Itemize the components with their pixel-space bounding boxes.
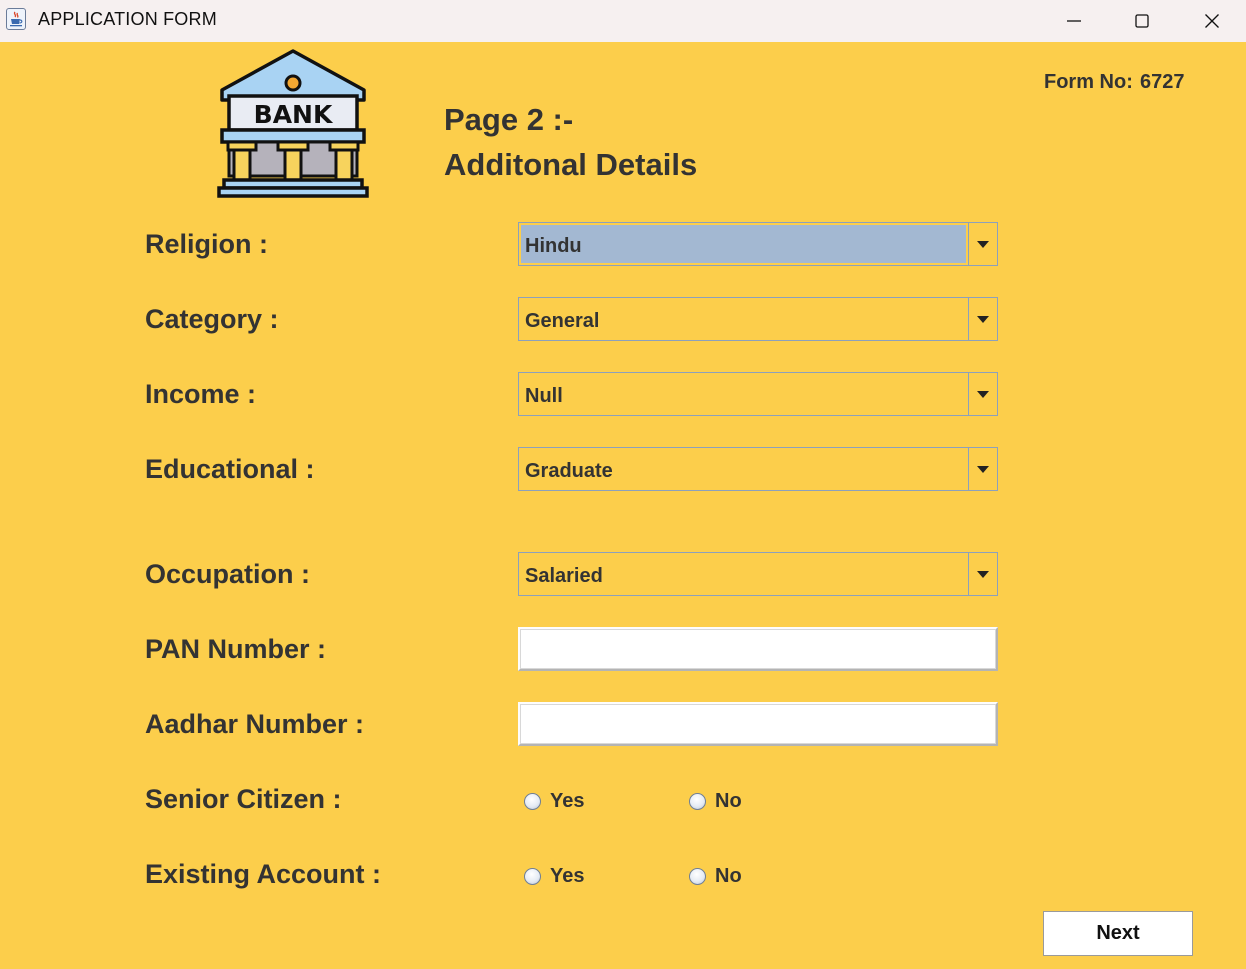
existing-account-no-option[interactable]: No xyxy=(689,865,742,888)
occupation-dropdown-arrow[interactable] xyxy=(968,553,997,595)
existing-account-no-radio[interactable] xyxy=(689,868,706,885)
page-subtitle: Additonal Details xyxy=(444,147,698,182)
senior-citizen-yes-label[interactable]: Yes xyxy=(550,790,584,813)
educational-dropdown-arrow[interactable] xyxy=(968,448,997,490)
chevron-down-icon xyxy=(977,240,989,248)
occupation-dropdown-value-area[interactable]: Salaried xyxy=(521,555,966,593)
java-cup-icon[interactable] xyxy=(6,8,26,30)
religion-label: Religion : xyxy=(145,229,268,259)
maximize-icon xyxy=(1135,14,1149,28)
maximize-button[interactable] xyxy=(1108,0,1176,42)
window-title: APPLICATION FORM xyxy=(38,9,217,29)
income-dropdown-value-area[interactable]: Null xyxy=(521,375,966,413)
senior-citizen-no-radio[interactable] xyxy=(689,793,706,810)
category-value: General xyxy=(525,310,600,332)
existing-account-yes-option[interactable]: Yes xyxy=(524,865,584,888)
existing-account-label: Existing Account : xyxy=(145,859,382,889)
income-value: Null xyxy=(525,385,563,407)
educational-label: Educational : xyxy=(145,454,315,484)
minimize-icon xyxy=(1067,20,1081,22)
educational-value: Graduate xyxy=(525,460,613,482)
religion-dropdown[interactable]: Hindu xyxy=(518,222,998,266)
category-dropdown-arrow[interactable] xyxy=(968,298,997,340)
bank-logo-icon: BANK xyxy=(217,49,369,198)
existing-account-yes-radio[interactable] xyxy=(524,868,541,885)
existing-account-no-label[interactable]: No xyxy=(715,865,742,888)
pan-label: PAN Number : xyxy=(145,634,327,664)
occupation-dropdown[interactable]: Salaried xyxy=(518,552,998,596)
chevron-down-icon xyxy=(977,390,989,398)
chevron-down-icon xyxy=(977,465,989,473)
religion-dropdown-arrow[interactable] xyxy=(968,223,997,265)
aadhar-input[interactable] xyxy=(518,702,998,746)
minimize-button[interactable] xyxy=(1040,0,1108,42)
senior-citizen-yes-radio[interactable] xyxy=(524,793,541,810)
occupation-value: Salaried xyxy=(525,565,603,587)
senior-citizen-yes-option[interactable]: Yes xyxy=(524,790,584,813)
form-no-label: Form No: xyxy=(1044,71,1133,93)
senior-citizen-label: Senior Citizen : xyxy=(145,784,342,814)
income-label: Income : xyxy=(145,379,257,409)
income-dropdown[interactable]: Null xyxy=(518,372,998,416)
page-title: Page 2 :- xyxy=(444,102,574,137)
close-button[interactable] xyxy=(1178,0,1246,42)
title-bar: APPLICATION FORM xyxy=(0,0,1246,42)
chevron-down-icon xyxy=(977,315,989,323)
educational-dropdown[interactable]: Graduate xyxy=(518,447,998,491)
pan-input[interactable] xyxy=(518,627,998,671)
educational-dropdown-value-area[interactable]: Graduate xyxy=(521,450,966,488)
religion-value: Hindu xyxy=(525,235,582,257)
next-button[interactable]: Next xyxy=(1043,911,1193,956)
religion-dropdown-value-area[interactable]: Hindu xyxy=(521,225,966,263)
income-dropdown-arrow[interactable] xyxy=(968,373,997,415)
svg-text:BANK: BANK xyxy=(254,100,334,129)
senior-citizen-no-label[interactable]: No xyxy=(715,790,742,813)
chevron-down-icon xyxy=(977,570,989,578)
form-no-value: 6727 xyxy=(1140,71,1185,93)
category-dropdown[interactable]: General xyxy=(518,297,998,341)
category-label: Category : xyxy=(145,304,279,334)
existing-account-yes-label[interactable]: Yes xyxy=(550,865,584,888)
aadhar-label: Aadhar Number : xyxy=(145,709,365,739)
close-icon xyxy=(1205,14,1219,28)
senior-citizen-no-option[interactable]: No xyxy=(689,790,742,813)
category-dropdown-value-area[interactable]: General xyxy=(521,300,966,338)
occupation-label: Occupation : xyxy=(145,559,311,589)
